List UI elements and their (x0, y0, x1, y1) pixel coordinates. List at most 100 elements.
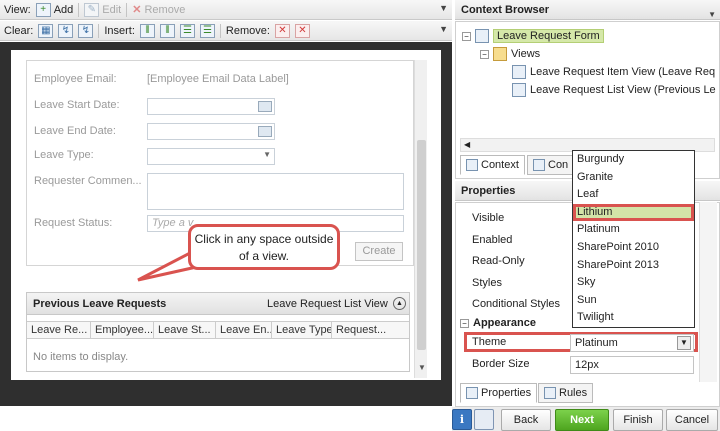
canvas-vertical-scrollbar[interactable]: ▼ (414, 60, 427, 378)
prop-visible-label: Visible (472, 212, 505, 224)
employee-email-label: Employee Email: (34, 73, 117, 85)
theme-option[interactable]: Platinum (573, 221, 694, 239)
request-status-label: Request Status: (34, 217, 113, 229)
clear-row-icon[interactable]: ↯ (58, 23, 74, 38)
tree-root[interactable]: − Leave Request Form (462, 29, 604, 43)
view-toolbar-label: View: (4, 3, 31, 16)
border-size-label: Border Size (472, 358, 530, 370)
column-header[interactable]: Request... (332, 322, 409, 338)
remove-row-icon[interactable]: ✕ (294, 23, 310, 38)
leave-type-dropdown[interactable]: ▼ (147, 148, 275, 165)
theme-option[interactable]: Leaf (573, 186, 694, 204)
remove-toolbar-label: Remove: (225, 24, 270, 37)
form-icon (475, 29, 489, 43)
insert-row-above-icon[interactable]: ☰ (179, 23, 195, 38)
column-header[interactable]: Leave Re... (27, 322, 91, 338)
edit-icon: ✎ (84, 2, 100, 17)
theme-option[interactable]: SharePoint 2013 (573, 257, 694, 275)
toolbar-divider (78, 2, 80, 17)
theme-label: Theme (472, 336, 507, 348)
tree-root-label: Leave Request Form (493, 29, 604, 43)
theme-option[interactable]: Granite (573, 169, 694, 187)
border-size-input[interactable]: 12px (570, 356, 694, 374)
tree-item-label: Leave Request Item View (Leave Req (530, 66, 716, 78)
insert-column-left-icon[interactable]: ⫴ (139, 23, 155, 38)
toolbar-divider (98, 23, 100, 38)
theme-options-list[interactable]: Burgundy Granite Leaf Lithium Platinum S… (572, 150, 695, 328)
remove-label: Remove (144, 3, 186, 16)
tab-rules[interactable]: Rules (538, 383, 594, 403)
empty-message: No items to display. (33, 351, 129, 363)
collapse-icon[interactable]: − (460, 318, 469, 328)
remove-view-button[interactable]: ✕ Remove (132, 3, 186, 17)
clear-cell-icon[interactable]: ▦ (38, 23, 54, 38)
employee-email-value: [Employee Email Data Label] (147, 73, 289, 85)
collapse-icon[interactable]: ▲ (393, 297, 406, 310)
chevron-down-icon[interactable]: ▼ (677, 336, 691, 350)
column-header[interactable]: Leave En... (216, 322, 272, 338)
theme-option[interactable]: SharePoint 2010 (573, 239, 694, 257)
rules-icon (544, 387, 556, 399)
leave-start-date-picker[interactable] (147, 98, 275, 115)
add-view-button[interactable]: + Add (35, 2, 74, 17)
chevron-down-icon: ▼ (263, 150, 271, 159)
insert-row-below-icon[interactable]: ☰ (199, 23, 215, 38)
clear-column-icon[interactable]: ↯ (78, 23, 94, 38)
properties-scrollbar[interactable] (699, 202, 717, 382)
column-header[interactable]: Employee... (91, 322, 154, 338)
properties-icon (466, 387, 478, 399)
toolbar-collapse-icon[interactable]: ▼ (439, 24, 448, 34)
back-button[interactable]: Back (501, 409, 551, 431)
column-header[interactable]: Leave Type (272, 322, 332, 338)
scrollbar-thumb[interactable] (417, 140, 426, 350)
remove-column-icon[interactable]: ✕ (274, 23, 290, 38)
theme-option-highlighted[interactable]: Lithium (573, 203, 694, 222)
prop-conditional-styles-label: Conditional Styles (472, 298, 561, 310)
tab-properties[interactable]: Properties (460, 383, 538, 403)
theme-option[interactable]: Twilight (573, 309, 694, 327)
tab-controls[interactable]: Con (527, 155, 577, 175)
calendar-icon[interactable] (258, 126, 272, 137)
tab-context[interactable]: Context (460, 155, 525, 175)
save-icon[interactable] (474, 409, 494, 430)
properties-heading: Properties (461, 185, 516, 197)
insert-column-right-icon[interactable]: ⫴ (159, 23, 175, 38)
context-browser-heading: Context Browser (461, 4, 550, 16)
tab-controls-label: Con (548, 159, 569, 171)
theme-option[interactable]: Burgundy (573, 151, 694, 169)
requester-comments-textarea[interactable] (147, 173, 404, 210)
theme-option[interactable]: Sun (573, 292, 694, 310)
tree-views-folder[interactable]: − Views (480, 47, 540, 61)
leave-type-label: Leave Type: (34, 149, 94, 161)
theme-dropdown[interactable]: Platinum ▼ (570, 334, 694, 352)
finish-button[interactable]: Finish (613, 409, 663, 431)
folder-icon (493, 47, 507, 61)
scroll-down-icon[interactable]: ▼ (418, 363, 426, 372)
cancel-button[interactable]: Cancel (666, 409, 718, 431)
info-icon[interactable]: i (452, 409, 472, 430)
next-button[interactable]: Next (555, 409, 609, 431)
edit-label: Edit (102, 3, 122, 16)
remove-icon: ✕ (132, 4, 142, 16)
calendar-icon[interactable] (258, 101, 272, 112)
column-header[interactable]: Leave St... (154, 322, 216, 338)
theme-option[interactable]: Sky (573, 274, 694, 292)
tree-list-view[interactable]: Leave Request List View (Previous Le (512, 83, 716, 97)
add-label: Add (53, 3, 74, 16)
create-button[interactable]: Create (355, 242, 403, 261)
scroll-left-icon[interactable]: ◀ (464, 140, 470, 149)
appearance-section[interactable]: − Appearance (460, 317, 536, 329)
tab-context-label: Context (481, 159, 519, 171)
collapse-icon[interactable]: − (462, 31, 471, 41)
tree-item-label: Leave Request List View (Previous Le (530, 84, 716, 96)
tree-item-view[interactable]: Leave Request Item View (Leave Req (512, 65, 715, 79)
edit-view-button[interactable]: ✎ Edit (84, 2, 122, 17)
list-view[interactable]: Previous Leave Requests Leave Request Li… (26, 292, 410, 372)
prop-readonly-label: Read-Only (472, 255, 525, 267)
collapse-icon[interactable]: − (480, 49, 489, 59)
leave-end-date-picker[interactable] (147, 123, 275, 140)
theme-value: Platinum (575, 337, 618, 349)
toolbar-divider (126, 2, 128, 17)
request-status-placeholder: Type a v (152, 217, 194, 229)
toolbar-collapse-icon[interactable]: ▼ (439, 3, 448, 13)
